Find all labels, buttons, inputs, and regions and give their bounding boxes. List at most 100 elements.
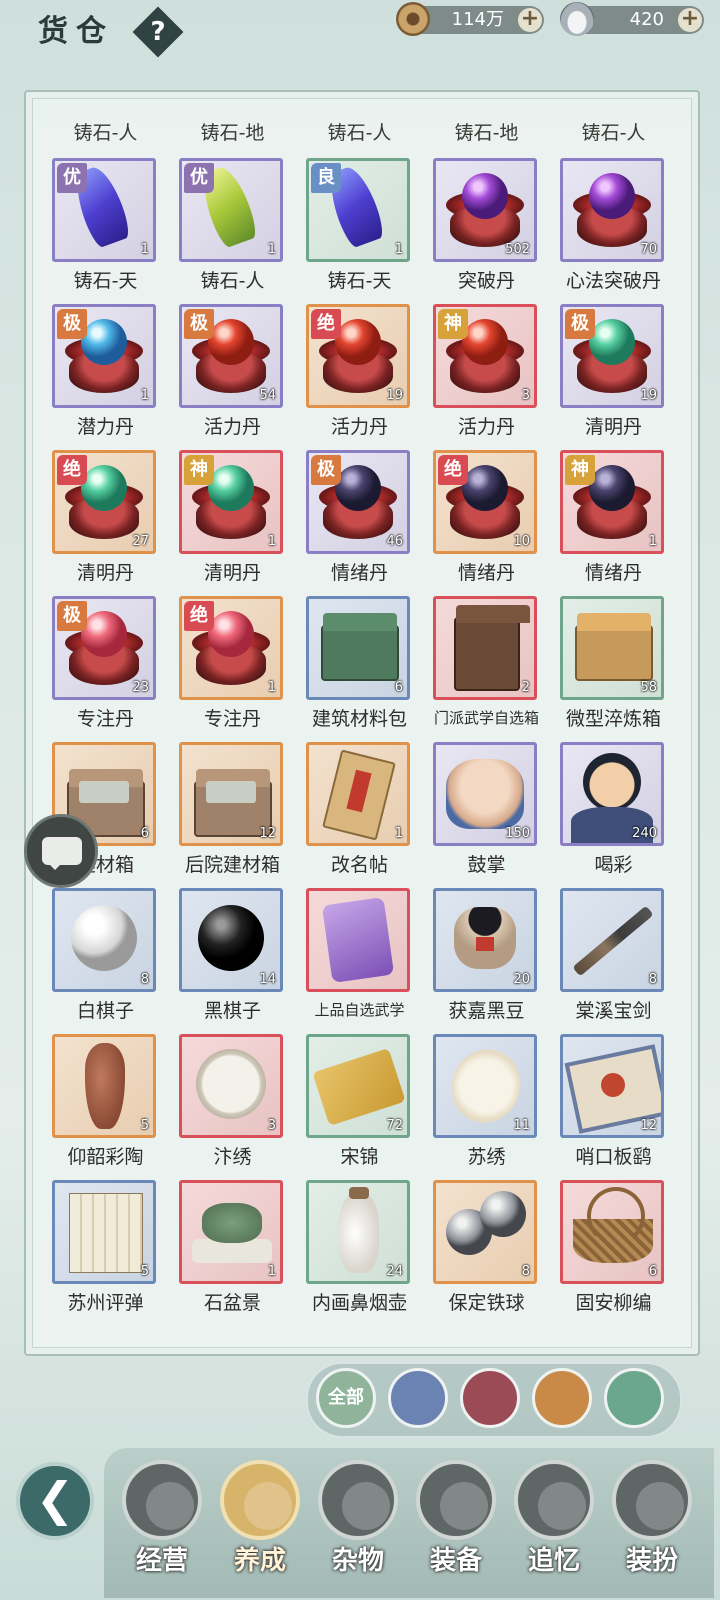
item-tile[interactable]: 14 <box>179 888 283 992</box>
inventory-item[interactable]: 58 微型淬炼箱 <box>550 596 677 736</box>
inventory-item[interactable]: 5 仰韶彩陶 <box>42 1034 169 1174</box>
filter-bag-button[interactable] <box>388 1368 448 1428</box>
inventory-item[interactable]: 20 获嘉黑豆 <box>423 888 550 1028</box>
chat-button[interactable] <box>24 814 98 888</box>
item-tile[interactable]: 极 23 <box>52 596 156 700</box>
back-button[interactable]: ❮ <box>16 1462 94 1540</box>
inventory-item[interactable]: 绝 19 活力丹 <box>296 304 423 444</box>
inventory-item[interactable]: 1 改名帖 <box>296 742 423 882</box>
item-tile[interactable]: 3 <box>179 1034 283 1138</box>
nav-tab[interactable]: 经营 <box>114 1456 210 1596</box>
add-coins-button[interactable]: + <box>518 8 542 32</box>
filter-all-button[interactable]: 全部 <box>316 1368 376 1428</box>
nav-tab[interactable]: 装备 <box>408 1456 504 1596</box>
inventory-item[interactable]: 神 3 活力丹 <box>423 304 550 444</box>
item-tile[interactable]: 150 <box>433 742 537 846</box>
item-tile[interactable]: 良1 <box>306 158 410 262</box>
item-tile[interactable]: 极 46 <box>306 450 410 554</box>
item-tile[interactable]: 72 <box>306 1034 410 1138</box>
inventory-item[interactable]: 极 46 情绪丹 <box>296 450 423 590</box>
item-tile[interactable]: 58 <box>560 596 664 700</box>
item-tile[interactable]: 神1 <box>179 450 283 554</box>
inventory-item[interactable]: 5 苏州评弹 <box>42 1180 169 1320</box>
inventory-item[interactable]: 72 宋锦 <box>296 1034 423 1174</box>
item-tile[interactable]: 2 <box>433 596 537 700</box>
add-silver-button[interactable]: + <box>678 8 702 32</box>
inventory-item[interactable]: 8 棠溪宝剑 <box>550 888 677 1028</box>
inventory-item[interactable]: 12 后院建材箱 <box>169 742 296 882</box>
inventory-item[interactable]: 极 54 活力丹 <box>169 304 296 444</box>
item-tile[interactable]: 绝1 <box>179 596 283 700</box>
item-tile[interactable] <box>306 888 410 992</box>
inventory-item[interactable]: 6 固安柳编 <box>550 1180 677 1320</box>
item-tile[interactable]: 11 <box>433 1034 537 1138</box>
item-tile[interactable]: 1 <box>179 1180 283 1284</box>
nav-tab[interactable]: 追忆 <box>506 1456 602 1596</box>
inventory-item[interactable]: 神 1 清明丹 <box>169 450 296 590</box>
item-tile[interactable]: 24 <box>306 1180 410 1284</box>
letter-icon <box>538 1482 586 1530</box>
inventory-item[interactable]: 1 石盆景 <box>169 1180 296 1320</box>
inventory-item[interactable]: 8 白棋子 <box>42 888 169 1028</box>
item-tile[interactable]: 神3 <box>433 304 537 408</box>
item-tile[interactable]: 6 <box>560 1180 664 1284</box>
item-tile[interactable]: 20 <box>433 888 537 992</box>
inventory-item[interactable]: 14 黑棋子 <box>169 888 296 1028</box>
item-tile[interactable]: 5 <box>52 1180 156 1284</box>
inventory-item[interactable]: 优 1 铸石-天 <box>42 158 169 298</box>
nav-tab[interactable]: 杂物 <box>310 1456 406 1596</box>
item-tile[interactable]: 502 <box>433 158 537 262</box>
item-name: 情绪丹 <box>457 562 515 584</box>
item-tile[interactable]: 12 <box>179 742 283 846</box>
inventory-item[interactable]: 绝 10 情绪丹 <box>423 450 550 590</box>
pill-orb <box>335 319 381 365</box>
inventory-item[interactable]: 150 鼓掌 <box>423 742 550 882</box>
item-tile[interactable]: 优1 <box>179 158 283 262</box>
inventory-item[interactable]: 极 1 潜力丹 <box>42 304 169 444</box>
item-tile[interactable]: 8 <box>433 1180 537 1284</box>
inventory-item[interactable]: 11 苏绣 <box>423 1034 550 1174</box>
item-tile[interactable]: 70 <box>560 158 664 262</box>
inventory-item[interactable]: 240 喝彩 <box>550 742 677 882</box>
item-tile[interactable]: 绝 27 <box>52 450 156 554</box>
item-tile[interactable]: 神1 <box>560 450 664 554</box>
inventory-item[interactable]: 神 1 情绪丹 <box>550 450 677 590</box>
inventory-item[interactable]: 2 门派武学自选箱 <box>423 596 550 736</box>
item-tile[interactable]: 极 54 <box>179 304 283 408</box>
item-count: 6 <box>394 680 403 695</box>
item-tile[interactable]: 8 <box>560 888 664 992</box>
item-count: 1 <box>267 534 276 549</box>
inventory-item[interactable]: 12 哨口板鹞 <box>550 1034 677 1174</box>
inventory-item[interactable]: 上品自选武学 <box>296 888 423 1028</box>
inventory-item[interactable]: 70 心法突破丹 <box>550 158 677 298</box>
inventory-item[interactable]: 8 保定铁球 <box>423 1180 550 1320</box>
inventory-item[interactable]: 绝 27 清明丹 <box>42 450 169 590</box>
filter-cloth-roll-button[interactable] <box>532 1368 592 1428</box>
item-tile[interactable]: 优1 <box>52 158 156 262</box>
inventory-item[interactable]: 极 19 清明丹 <box>550 304 677 444</box>
item-tile[interactable]: 1 <box>306 742 410 846</box>
item-tile[interactable]: 6 <box>306 596 410 700</box>
inventory-item[interactable]: 绝 1 专注丹 <box>169 596 296 736</box>
inventory-item[interactable]: 6 建筑材料包 <box>296 596 423 736</box>
item-tile[interactable]: 5 <box>52 1034 156 1138</box>
inventory-item[interactable]: 极 23 专注丹 <box>42 596 169 736</box>
item-name: 棠溪宝剑 <box>575 1000 652 1022</box>
filter-tools-button[interactable] <box>460 1368 520 1428</box>
inventory-item[interactable]: 24 内画鼻烟壶 <box>296 1180 423 1320</box>
item-tile[interactable]: 极1 <box>52 304 156 408</box>
item-tile[interactable]: 绝 19 <box>306 304 410 408</box>
item-tile[interactable]: 绝 10 <box>433 450 537 554</box>
nav-tab[interactable]: 装扮 <box>604 1456 700 1596</box>
item-tile[interactable]: 12 <box>560 1034 664 1138</box>
filter-umbrella-button[interactable] <box>604 1368 664 1428</box>
item-tile[interactable]: 8 <box>52 888 156 992</box>
item-tile[interactable]: 240 <box>560 742 664 846</box>
help-button[interactable]: ? <box>132 6 184 58</box>
nav-tab[interactable]: 养成 <box>212 1456 308 1596</box>
inventory-item[interactable]: 3 汴绣 <box>169 1034 296 1174</box>
inventory-item[interactable]: 良 1 铸石-天 <box>296 158 423 298</box>
inventory-item[interactable]: 502 突破丹 <box>423 158 550 298</box>
inventory-item[interactable]: 优 1 铸石-人 <box>169 158 296 298</box>
item-tile[interactable]: 极 19 <box>560 304 664 408</box>
